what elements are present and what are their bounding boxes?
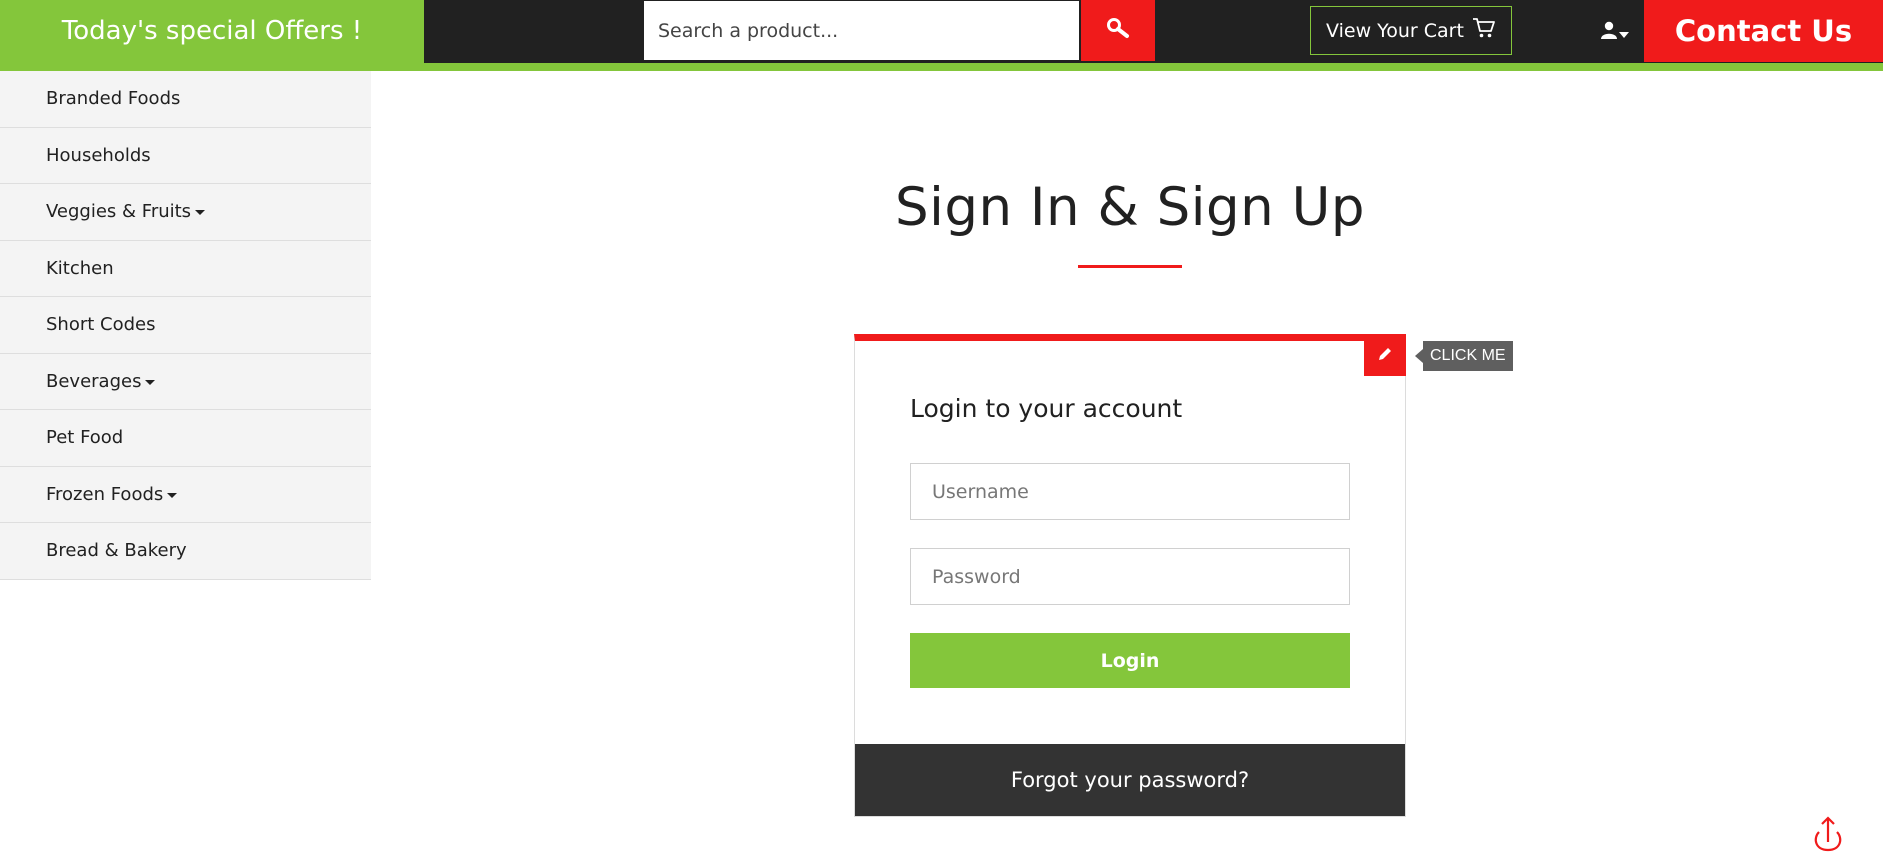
- sidebar-item-label: Short Codes: [46, 314, 156, 336]
- chevron-down-icon: [1619, 23, 1629, 42]
- search-input[interactable]: [644, 1, 1079, 60]
- search-button[interactable]: [1081, 0, 1155, 61]
- sidebar-item-label: Veggies & Fruits: [46, 201, 192, 223]
- forgot-password-link[interactable]: Forgot your password?: [855, 744, 1405, 816]
- sidebar-item-label: Bread & Bakery: [46, 540, 187, 562]
- sidebar-item-pet-food[interactable]: Pet Food: [0, 410, 371, 467]
- caret-down-icon: [167, 492, 178, 498]
- cart-icon: [1472, 17, 1496, 44]
- pencil-icon: [1378, 346, 1392, 365]
- scroll-to-top-button[interactable]: [1808, 815, 1848, 855]
- arrow-up-icon: [1811, 814, 1845, 856]
- sidebar-item-label: Frozen Foods: [46, 483, 164, 505]
- title-underline: [1078, 265, 1182, 268]
- username-field[interactable]: [910, 463, 1350, 520]
- category-sidebar: Branded Foods Households Veggies & Fruit…: [0, 71, 371, 580]
- user-account-dropdown[interactable]: [1596, 18, 1634, 46]
- password-field[interactable]: [910, 548, 1350, 605]
- edit-button[interactable]: [1364, 334, 1406, 376]
- view-cart-label: View Your Cart: [1326, 19, 1464, 42]
- search-icon: [1106, 17, 1130, 45]
- sidebar-item-veggies-fruits[interactable]: Veggies & Fruits: [0, 184, 371, 241]
- sidebar-item-label: Beverages: [46, 370, 142, 392]
- sidebar-item-label: Branded Foods: [46, 88, 181, 110]
- caret-down-icon: [195, 210, 206, 216]
- login-heading: Login to your account: [910, 394, 1183, 423]
- special-offers-banner[interactable]: Today's special Offers !: [0, 0, 424, 71]
- special-offers-text: Today's special Offers !: [61, 16, 363, 46]
- sidebar-item-beverages[interactable]: Beverages: [0, 354, 371, 410]
- sidebar-item-kitchen[interactable]: Kitchen: [0, 241, 371, 297]
- sidebar-item-bread-bakery[interactable]: Bread & Bakery: [0, 523, 371, 580]
- sidebar-item-label: Kitchen: [46, 257, 114, 279]
- click-me-tooltip: CLICK ME: [1415, 341, 1513, 371]
- forgot-password-label: Forgot your password?: [1010, 768, 1250, 792]
- view-cart-button[interactable]: View Your Cart: [1310, 6, 1512, 55]
- login-button[interactable]: Login: [910, 633, 1350, 688]
- caret-down-icon: [145, 379, 156, 385]
- search-box: [643, 0, 1080, 61]
- sidebar-item-frozen-foods[interactable]: Frozen Foods: [0, 467, 371, 523]
- page-title: Sign In & Sign Up: [894, 177, 1366, 238]
- sidebar-item-households[interactable]: Households: [0, 128, 371, 184]
- sidebar-item-branded-foods[interactable]: Branded Foods: [0, 71, 371, 128]
- sidebar-item-label: Households: [46, 144, 151, 166]
- user-icon: [1601, 21, 1617, 43]
- sidebar-item-label: Pet Food: [46, 427, 124, 449]
- contact-us-button[interactable]: Contact Us: [1644, 0, 1883, 62]
- sidebar-item-short-codes[interactable]: Short Codes: [0, 297, 371, 354]
- contact-us-label: Contact Us: [1674, 14, 1853, 48]
